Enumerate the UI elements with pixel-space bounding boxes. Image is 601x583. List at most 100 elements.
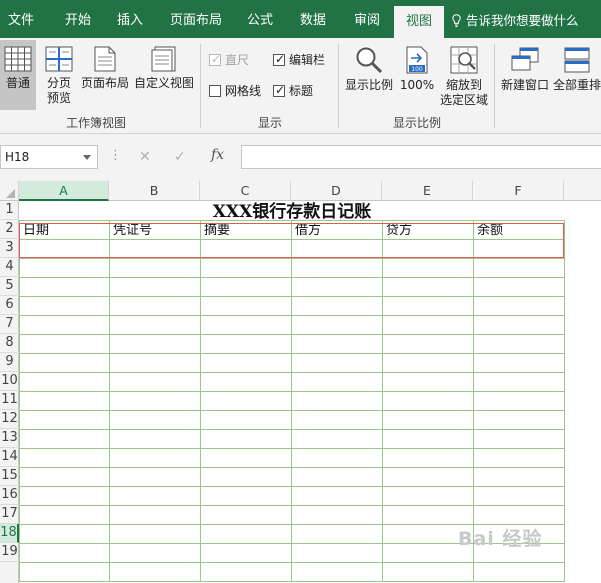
column-border <box>109 220 110 581</box>
tab-insert[interactable]: 插入 <box>104 0 156 38</box>
row-header-16[interactable]: 16 <box>0 486 19 505</box>
column-border <box>200 220 201 581</box>
row-header-12[interactable]: 12 <box>0 410 19 429</box>
formula-input[interactable] <box>241 145 601 169</box>
arrange-all-button[interactable]: 全部重排 <box>553 46 601 93</box>
new-window-icon <box>511 47 539 71</box>
new-window-button[interactable]: 新建窗口 <box>499 46 551 93</box>
new-window-label: 新建窗口 <box>500 78 549 92</box>
headings-checkbox[interactable]: ✓ 标题 <box>273 83 314 100</box>
column-header-overflow[interactable] <box>564 181 601 201</box>
group-separator <box>494 44 495 128</box>
row-header-14[interactable]: 14 <box>0 448 19 467</box>
row-border <box>19 410 565 411</box>
zoom-selection-label-2: 选定区域 <box>439 93 488 107</box>
row-header-10[interactable]: 10 <box>0 372 19 391</box>
row-header-7[interactable]: 7 <box>0 315 19 334</box>
row-border <box>19 467 565 468</box>
formula-bar-checkbox[interactable]: ✓ 编辑栏 <box>273 52 325 69</box>
column-header-e[interactable]: E <box>382 181 473 201</box>
page-layout-view-icon <box>94 46 116 72</box>
cancel-icon[interactable]: ✕ <box>139 149 151 165</box>
normal-view-button[interactable]: 普通 <box>0 40 36 110</box>
headings-label: 标题 <box>289 84 314 98</box>
custom-views-button[interactable]: 自定义视图 <box>132 46 196 91</box>
column-border <box>564 220 565 581</box>
row-border <box>19 486 565 487</box>
arrange-all-label: 全部重排 <box>553 78 601 92</box>
header-cell-b[interactable]: 凭证号 <box>109 220 200 239</box>
column-border <box>291 220 292 581</box>
tab-data[interactable]: 数据 <box>288 0 338 38</box>
insert-function-icon[interactable]: fx <box>211 147 224 163</box>
tell-me-text: 告诉我你想要做什么 <box>466 13 579 28</box>
page-break-preview-button[interactable]: 分页 预览 <box>40 46 78 106</box>
header-cell-c[interactable]: 摘要 <box>200 220 291 239</box>
page-layout-view-button[interactable]: 页面布局 <box>79 46 131 91</box>
custom-views-icon <box>151 46 176 72</box>
tab-page-layout[interactable]: 页面布局 <box>160 0 232 38</box>
enter-icon[interactable]: ✓ <box>174 149 186 165</box>
row-header-11[interactable]: 11 <box>0 391 19 410</box>
tab-file[interactable]: 文件 <box>0 0 42 38</box>
row-header-18[interactable]: 18 <box>0 524 19 543</box>
zoom-button[interactable]: 显示比例 <box>343 46 395 93</box>
column-header-a[interactable]: A <box>19 181 109 201</box>
row-header-1[interactable]: 1 <box>0 201 19 220</box>
zoom-selection-label-1: 缩放到 <box>445 78 482 92</box>
zoom-to-selection-button[interactable]: 缩放到 选定区域 <box>438 46 490 108</box>
gridlines-label: 网格线 <box>225 84 262 98</box>
tab-home[interactable]: 开始 <box>52 0 104 38</box>
tab-formulas[interactable]: 公式 <box>236 0 284 38</box>
row-header-4[interactable]: 4 <box>0 258 19 277</box>
row-header-17[interactable]: 17 <box>0 505 19 524</box>
header-cell-d[interactable]: 借方 <box>291 220 382 239</box>
ribbon-view: 普通 分页 预览 页面布局 自定义视图 工作簿视图 ✓直尺 ✓编辑栏 网格线 <box>0 38 601 134</box>
chevron-down-icon[interactable] <box>83 155 91 160</box>
row-border <box>19 429 565 430</box>
row-border <box>19 277 565 278</box>
tell-me-search[interactable]: 告诉我你想要做什么 <box>452 0 579 38</box>
row-border <box>19 239 565 240</box>
row-header-13[interactable]: 13 <box>0 429 19 448</box>
row-header-8[interactable]: 8 <box>0 334 19 353</box>
name-box[interactable]: H18 <box>0 145 98 169</box>
row-border <box>19 505 565 506</box>
column-header-b[interactable]: B <box>109 181 200 201</box>
select-all-corner[interactable] <box>0 181 19 201</box>
header-cell-e[interactable]: 贷方 <box>382 220 473 239</box>
check-icon: ✓ <box>275 83 286 97</box>
ruler-label: 直尺 <box>225 53 250 67</box>
header-cell-a[interactable]: 日期 <box>19 220 109 239</box>
row-header-19[interactable]: 19 <box>0 543 19 562</box>
gridlines-checkbox[interactable]: 网格线 <box>209 84 261 100</box>
workbook-views-group-label: 工作簿视图 <box>65 116 126 130</box>
tab-view[interactable]: 视图 <box>394 6 444 38</box>
zoom-100-button[interactable]: 100 100% <box>398 46 436 93</box>
page-layout-view-label: 页面布局 <box>80 76 129 90</box>
ruler-checkbox[interactable]: ✓ 直尺 <box>209 52 250 69</box>
header-cell-f[interactable]: 余额 <box>473 220 564 239</box>
row-header-15[interactable]: 15 <box>0 467 19 486</box>
page-break-label-1: 分页 <box>46 76 71 90</box>
row-header-9[interactable]: 9 <box>0 353 19 372</box>
name-box-value: H18 <box>5 150 30 164</box>
sheet-title-cell[interactable]: XXX银行存款日记账 <box>19 201 565 222</box>
column-header-f[interactable]: F <box>473 181 564 201</box>
column-header-d[interactable]: D <box>291 181 382 201</box>
column-header-c[interactable]: C <box>200 181 291 201</box>
check-icon: ✓ <box>211 52 222 66</box>
row-header-2[interactable]: 2 <box>0 220 19 239</box>
row-header-3[interactable]: 3 <box>0 239 19 258</box>
row-header-6[interactable]: 6 <box>0 296 19 315</box>
formula-bar-row: H18 ⋮ ✕ ✓ fx <box>0 134 601 181</box>
zoom-to-selection-icon <box>450 46 478 74</box>
arrange-all-icon <box>564 47 590 73</box>
tab-review[interactable]: 审阅 <box>342 0 392 38</box>
worksheet-grid[interactable]: ABCDEF 1 2 3 4 5 6 7 8 9 10 11 12 13 14 15 16 17 18 19 XXX… <box>0 181 601 583</box>
row-border <box>19 315 565 316</box>
group-separator <box>200 44 201 128</box>
row-header-5[interactable]: 5 <box>0 277 19 296</box>
row-headers: 1 2 3 4 5 6 7 8 9 10 11 12 13 14 15 16 17 18 19 <box>0 201 19 583</box>
magnifier-icon <box>356 47 383 74</box>
